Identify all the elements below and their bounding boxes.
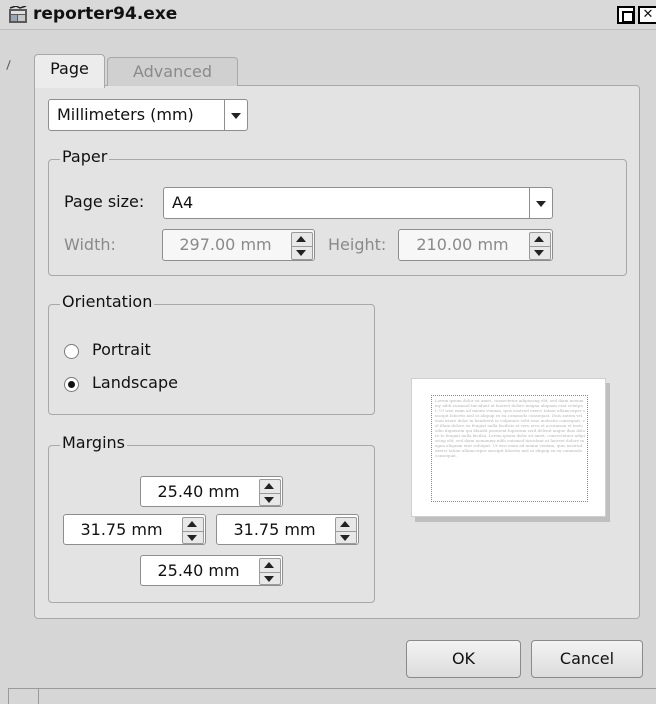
preview-text: Lorem ipsum dolor sit amet, consectetur … [435,398,585,458]
spin-down-icon[interactable] [183,530,203,545]
height-value: 210.00 mm [416,235,509,254]
margin-bottom-spinbox[interactable]: 25.40 mm [140,555,283,586]
paper-group-title: Paper [60,147,110,166]
orientation-group-title: Orientation [60,292,155,311]
width-value: 297.00 mm [179,235,272,254]
spin-down-icon[interactable] [336,530,356,545]
chevron-down-icon[interactable] [529,188,552,218]
portrait-radio[interactable]: Portrait [62,339,262,363]
status-divider [38,689,39,704]
margin-bottom-value[interactable]: 25.40 mm [141,561,256,580]
spin-down-icon [530,246,550,260]
preview-margin-box: Lorem ipsum dolor sit amet, consectetur … [431,395,588,502]
spin-down-icon[interactable] [260,492,280,507]
chevron-down-icon[interactable] [224,100,247,130]
maximize-icon[interactable] [617,6,635,24]
margin-top-value[interactable]: 25.40 mm [141,482,256,501]
spin-down-icon [292,246,312,260]
margin-right-value[interactable]: 31.75 mm [217,520,332,539]
cancel-button[interactable]: Cancel [531,640,643,678]
radio-checked-icon[interactable] [64,377,79,392]
spin-up-icon [530,233,550,246]
spin-up-icon [292,233,312,246]
margin-right-spinbox[interactable]: 31.75 mm [216,514,359,545]
spin-down-icon[interactable] [260,571,280,586]
units-value: Millimeters (mm) [57,105,194,124]
page-preview: Lorem ipsum dolor sit amet, consectetur … [411,378,606,517]
width-spinbox: 297.00 mm [162,229,315,261]
units-dropdown[interactable]: Millimeters (mm) [48,99,248,131]
ok-button[interactable]: OK [406,640,521,678]
width-label: Width: [64,235,116,254]
page-size-dropdown[interactable]: A4 [163,187,553,219]
spin-up-icon[interactable] [260,559,280,572]
tab-page[interactable]: Page [34,54,105,88]
spin-up-icon[interactable] [260,480,280,493]
window-title: reporter94.exe [33,4,178,24]
margin-left-spinbox[interactable]: 31.75 mm [63,514,206,545]
spin-up-icon[interactable] [336,518,356,531]
height-spinbox: 210.00 mm [398,229,553,261]
page-size-value: A4 [172,193,194,212]
landscape-label[interactable]: Landscape [92,373,178,392]
tab-advanced[interactable]: Advanced [107,57,238,86]
margin-top-spinbox[interactable]: 25.40 mm [140,476,283,507]
status-strip [8,688,656,704]
frame-mark [6,60,11,70]
app-icon [9,6,27,23]
margins-group-title: Margins [60,433,127,452]
portrait-label[interactable]: Portrait [92,340,151,359]
radio-unchecked-icon[interactable] [64,344,79,359]
spin-up-icon[interactable] [183,518,203,531]
margin-left-value[interactable]: 31.75 mm [64,520,179,539]
landscape-radio[interactable]: Landscape [62,372,262,396]
height-label: Height: [328,235,387,254]
close-icon[interactable]: ✕ [638,6,656,24]
page-size-label: Page size: [64,192,145,211]
